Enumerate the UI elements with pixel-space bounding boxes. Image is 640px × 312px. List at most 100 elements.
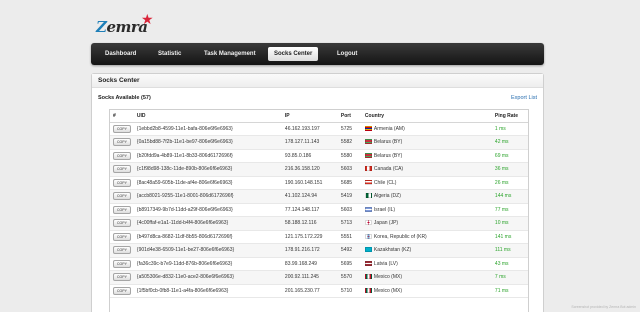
table-row: COPY {b20fdd9a-4b89-11e1-8b33-806d6172696… [110,149,528,163]
copy-button[interactable]: COPY [113,124,131,133]
ping-rate-cell: 144 ms [491,189,528,204]
star-icon: ★ [141,11,154,27]
ping-rate-cell: 1 ms [491,122,528,136]
uid-cell: {b497d8ca-8682-11df-8b55-806d6172696f} [133,230,282,244]
copy-button[interactable]: COPY [113,192,131,201]
export-list-link[interactable]: Export List [511,95,537,101]
ip-cell: 201.165.230.77 [281,284,338,298]
uid-cell: {accb8021-9255-11e1-8001-806d6172696f} [133,189,282,204]
flag-icon [364,247,372,253]
country-name: Israel (IL) [373,206,396,213]
country-cell: Algeria (DZ) [361,189,492,204]
col-ip: IP [281,110,338,123]
copy-cell: COPY [110,243,134,258]
uid-cell: {c1f98d98-138c-11de-890b-806e6f6e6963} [133,162,282,177]
copy-button[interactable]: COPY [113,151,131,160]
country-cell: Korea, Republic of (KR) [361,230,492,244]
flag-icon [364,260,372,266]
table-header-row: # UID IP Port Country Ping Rate [110,110,528,123]
copy-button[interactable]: COPY [113,165,131,174]
country-name: Chile (CL) [373,179,397,186]
flag-icon [364,179,372,185]
copy-button[interactable]: COPY [113,232,131,241]
uid-cell: {fa36c39c-b7e9-11dd-876b-806e6f6e6963} [133,257,282,271]
ping-rate-cell: 26 ms [491,176,528,190]
copy-button[interactable]: COPY [113,178,131,187]
ip-cell: 93.85.0.186 [281,149,338,163]
copy-button[interactable]: COPY [113,205,131,214]
port-cell: 5710 [337,284,362,298]
flag-icon [364,193,372,199]
flag-icon [364,274,372,280]
country-cell: Chile (CL) [361,176,492,190]
table-row: COPY {b497d8ca-8682-11df-8b55-806d6172696… [110,230,528,244]
main-navbar: Dashboard Statistic Task Management Sock… [91,43,544,65]
country-name: Kazakhstan (KZ) [373,247,412,254]
country-cell: Israel (IL) [361,203,492,217]
col-ping-rate: Ping Rate [491,110,528,123]
nav-socks-center[interactable]: Socks Center [268,47,319,61]
nav-dashboard[interactable]: Dashboard [99,47,142,61]
copy-cell: COPY [110,176,134,190]
port-cell: 5419 [337,189,362,204]
table-row: COPY {1ebbd2b8-4599-11e1-bafa-806e6f6e696… [110,122,528,136]
flag-icon [364,166,372,172]
watermark: Screenshot provided by Zemra Bot admin [571,305,636,309]
table-row: COPY {accb8021-9255-11e1-8001-806d6172696… [110,189,528,204]
country-cell: Kazakhstan (KZ) [361,243,492,258]
ip-cell: 46.162.193.197 [281,122,338,136]
flag-icon [364,152,372,158]
port-cell: 5580 [337,149,362,163]
port-cell: 5492 [337,243,362,258]
port-cell: 5582 [337,135,362,150]
copy-button[interactable]: COPY [113,273,131,282]
col-country: Country [361,110,492,123]
port-cell: 5570 [337,270,362,285]
copy-button[interactable]: COPY [113,286,131,295]
country-cell: Belarus (BY) [361,149,492,163]
table-row: COPY {1f5bf0cb-0fb8-11e1-a4fa-806e6f6e696… [110,284,528,298]
ip-cell: 178.127.11.143 [281,135,338,150]
ping-rate-cell: 7 ms [491,270,528,285]
copy-cell: COPY [110,257,134,271]
port-cell: 5603 [337,203,362,217]
country-cell: Belarus (BY) [361,135,492,150]
country-name: Japan (JP) [373,220,399,227]
ping-rate-cell: 77 ms [491,203,528,217]
flag-icon [364,233,372,239]
uid-cell: {901d4e38-6509-11e1-be27-806e6f6e6963} [133,243,282,258]
table-row: COPY {b8917349-9b7d-11dd-a29f-806e6f6e696… [110,203,528,217]
copy-button[interactable]: COPY [113,138,131,147]
ping-rate-cell: 71 ms [491,284,528,298]
country-name: Armenia (AM) [373,125,405,132]
country-name: Algeria (DZ) [373,193,401,200]
country-name: Belarus (BY) [373,152,403,159]
ip-cell: 41.102.124.94 [281,189,338,204]
col-index: # [110,110,134,123]
country-cell: Japan (JP) [361,216,492,231]
socks-available-label: Socks Available (57) [98,95,151,101]
copy-cell: COPY [110,149,134,163]
copy-cell: COPY [110,122,134,136]
port-cell: 5695 [337,257,362,271]
country-name: Mexico (MX) [373,274,402,281]
nav-task-management[interactable]: Task Management [198,47,262,61]
copy-cell: COPY [110,189,134,204]
col-port: Port [337,110,362,123]
country-cell: Mexico (MX) [361,270,492,285]
logo-text: Zemra [96,18,148,36]
copy-button[interactable]: COPY [113,259,131,268]
uid-cell: {1ebbd2b8-4599-11e1-bafa-806e6f6e6963} [133,122,282,136]
nav-logout[interactable]: Logout [331,47,363,61]
port-cell: 5551 [337,230,362,244]
copy-button[interactable]: COPY [113,219,131,228]
port-cell: 5713 [337,216,362,231]
uid-cell: {8ac48a59-605b-11de-af4e-806e6f6e6963} [133,176,282,190]
socks-table: # UID IP Port Country Ping Rate COPY {1eb… [110,110,528,298]
copy-cell: COPY [110,216,134,231]
logo-initial: Z [96,18,107,36]
copy-button[interactable]: COPY [113,246,131,255]
nav-statistic[interactable]: Statistic [152,47,187,61]
uid-cell: {0a15bd88-7f2b-11e1-be97-806e6f6e6963} [133,135,282,150]
flag-icon [364,206,372,212]
